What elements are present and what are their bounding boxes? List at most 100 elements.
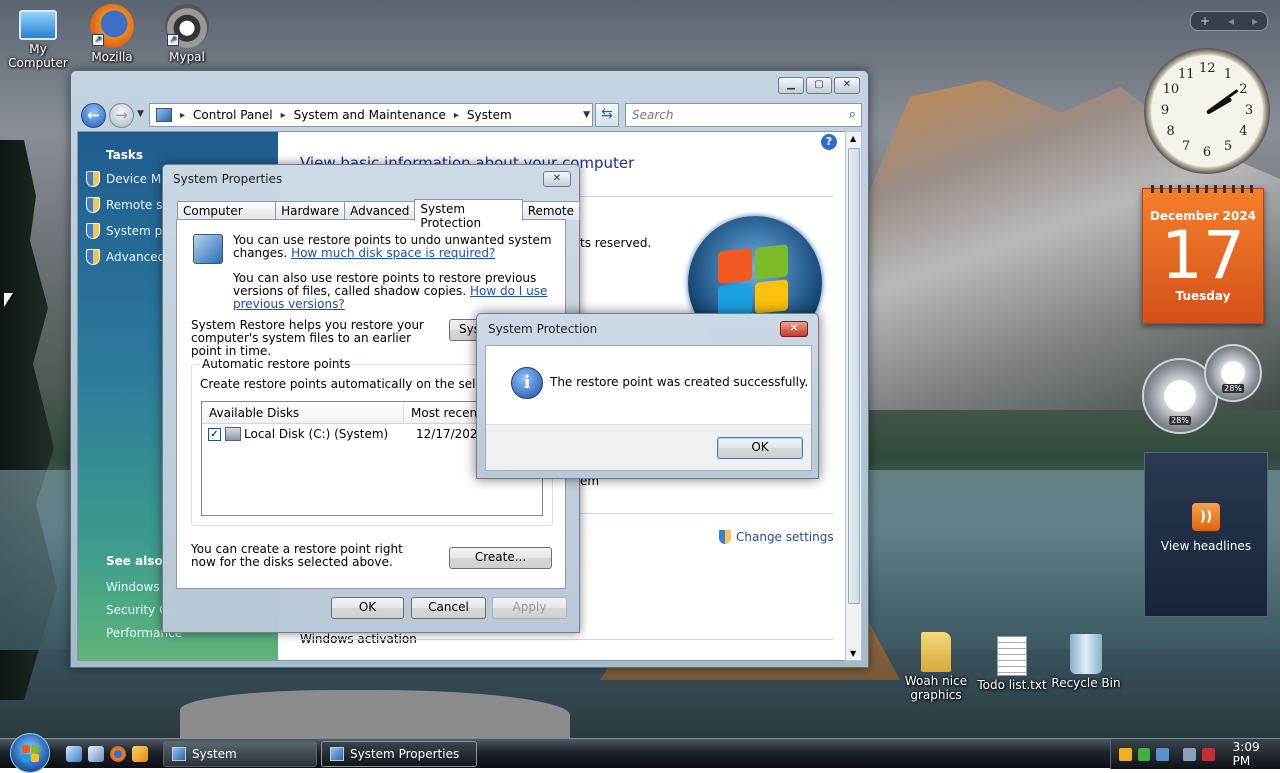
task-label: Remote se (106, 198, 170, 212)
hard-disk-icon (225, 427, 241, 441)
clock-number: 3 (1244, 103, 1254, 118)
desktop-icon-label: Recycle Bin (1051, 676, 1121, 690)
close-button[interactable]: ✕ (834, 77, 860, 94)
scroll-up-icon[interactable]: ▲ (850, 134, 856, 143)
control-panel-icon (156, 108, 172, 122)
ok-button[interactable]: OK (331, 597, 404, 619)
network-icon[interactable] (1156, 747, 1170, 761)
create-button[interactable]: Create... (449, 547, 552, 569)
desktop-icon-label: Mypal (169, 50, 205, 64)
previous-icon[interactable]: ◂ (1228, 14, 1234, 28)
scrollbar-thumb[interactable] (848, 148, 860, 604)
search-input[interactable]: Search ⌕ (625, 103, 862, 127)
rock (180, 690, 570, 738)
shortcut-arrow-icon: ↗ (167, 34, 179, 46)
memory-meter-gadget[interactable]: 28% (1204, 344, 1262, 402)
chevron-down-icon[interactable]: ▼ (583, 110, 590, 120)
dialog-title: System Properties (173, 172, 283, 186)
dialog-footer: OK (486, 424, 811, 470)
rss-icon: )) (1192, 503, 1220, 531)
disk-name: Local Disk (C:) (System) (244, 427, 389, 441)
shield-icon (86, 171, 100, 187)
scroll-down-icon[interactable]: ▼ (850, 649, 856, 658)
desktop-icon-todo[interactable]: Todo list.txt (974, 636, 1050, 692)
desktop-icon-folder[interactable]: Woah nice graphics (898, 632, 974, 702)
firefox-icon[interactable] (110, 746, 126, 762)
close-button[interactable]: ✕ (780, 321, 808, 337)
show-desktop-icon[interactable] (66, 746, 82, 762)
calendar-rings (1151, 185, 1255, 193)
feed-headlines-gadget[interactable]: )) View headlines (1144, 452, 1268, 617)
folder-icon (921, 632, 951, 672)
tab-hardware[interactable]: Hardware (275, 201, 346, 220)
desktop-icon-recycle-bin[interactable]: Recycle Bin (1048, 634, 1124, 690)
clock-time[interactable]: 3:09 PM (1233, 740, 1280, 768)
breadcrumb-separator: ▸ (280, 109, 286, 121)
breadcrumb-system-maintenance[interactable]: System and Maintenance (294, 108, 446, 122)
security-alert-icon[interactable] (1119, 747, 1132, 761)
copyright-text: ts reserved. (580, 236, 652, 250)
navigation-bar: ← → ▼ ▸ Control Panel ▸ System and Maint… (79, 102, 862, 128)
next-icon[interactable]: ▸ (1252, 14, 1258, 28)
volume-muted-icon[interactable] (1201, 747, 1215, 761)
desktop-icon-label: My Computer (8, 42, 68, 70)
taskbar: System System Properties 3:09 PM (0, 733, 1280, 773)
media-player-icon[interactable] (132, 746, 148, 762)
minute-hand (1206, 88, 1239, 114)
clock-number: 1 (1223, 66, 1233, 82)
change-settings-link[interactable]: Change settings (718, 529, 834, 545)
breadcrumb-control-panel[interactable]: Control Panel (193, 108, 273, 122)
update-icon[interactable] (1137, 747, 1151, 761)
help-icon[interactable]: ? (821, 134, 837, 150)
system-properties-icon (330, 747, 344, 761)
tab-advanced[interactable]: Advanced (344, 201, 416, 220)
address-bar[interactable]: ▸ Control Panel ▸ System and Maintenance… (149, 103, 593, 127)
tab-remote[interactable]: Remote (521, 201, 580, 220)
search-placeholder: Search (632, 108, 674, 122)
desktop-icon-my-computer[interactable]: My Computer (0, 4, 76, 70)
desktop-icon-mozilla[interactable]: ↗ Mozilla (74, 4, 150, 64)
task-label: Device Ma (106, 172, 169, 186)
dialog-body: i The restore point was created successf… (485, 345, 812, 471)
breadcrumb-separator: ▸ (453, 109, 459, 121)
view-headlines-label: View headlines (1160, 539, 1252, 553)
breadcrumb-system[interactable]: System (467, 108, 512, 122)
display-icon[interactable] (1183, 747, 1196, 761)
vertical-scrollbar[interactable]: ▲ ▼ (845, 131, 862, 661)
system-icon (172, 747, 186, 761)
calendar-gadget[interactable]: December 2024 17 Tuesday (1142, 185, 1264, 324)
desktop-icon-mypal[interactable]: ↗ Mypal (149, 4, 225, 64)
shield-icon (718, 529, 732, 545)
clock-number: 8 (1166, 124, 1175, 139)
clock-number: 9 (1160, 103, 1170, 118)
tab-system-protection[interactable]: System Protection (414, 199, 523, 230)
back-button[interactable]: ← (81, 103, 106, 128)
maximize-button[interactable]: ▢ (806, 77, 832, 94)
cancel-button[interactable]: Cancel (411, 597, 486, 619)
disk-checkbox[interactable]: ✓ (208, 427, 221, 441)
apply-button[interactable]: Apply (492, 597, 567, 619)
start-button[interactable] (10, 733, 50, 773)
disk-space-link[interactable]: How much disk space is required? (291, 246, 495, 260)
tab-computer-name[interactable]: Computer Name (177, 201, 277, 232)
column-header-disks[interactable]: Available Disks (202, 402, 404, 423)
switch-windows-icon[interactable] (88, 746, 104, 762)
taskbar-button-label: System (192, 747, 237, 761)
ok-button[interactable]: OK (717, 437, 803, 459)
search-icon[interactable]: ⌕ (849, 107, 856, 122)
recent-pages-icon[interactable]: ▼ (137, 109, 144, 119)
text-file-icon (997, 636, 1027, 676)
taskbar-button-system[interactable]: System (163, 741, 317, 767)
clock-number: 4 (1239, 124, 1248, 139)
minimize-button[interactable]: ▁ (778, 77, 804, 94)
cpu-percent: 28% (1169, 416, 1191, 425)
refresh-button[interactable]: ⇆ (595, 103, 619, 127)
forward-button[interactable]: → (109, 103, 134, 128)
breadcrumb-separator: ▸ (180, 109, 186, 121)
clock-number: 5 (1223, 139, 1233, 155)
clock-gadget[interactable]: 12 1 2 3 4 5 6 7 8 9 10 11 (1144, 48, 1270, 174)
close-button[interactable]: ✕ (543, 171, 571, 187)
taskbar-button-system-properties[interactable]: System Properties (321, 741, 477, 767)
add-gadget-icon[interactable]: + (1200, 14, 1210, 28)
mypal-icon: ↗ (165, 4, 209, 48)
